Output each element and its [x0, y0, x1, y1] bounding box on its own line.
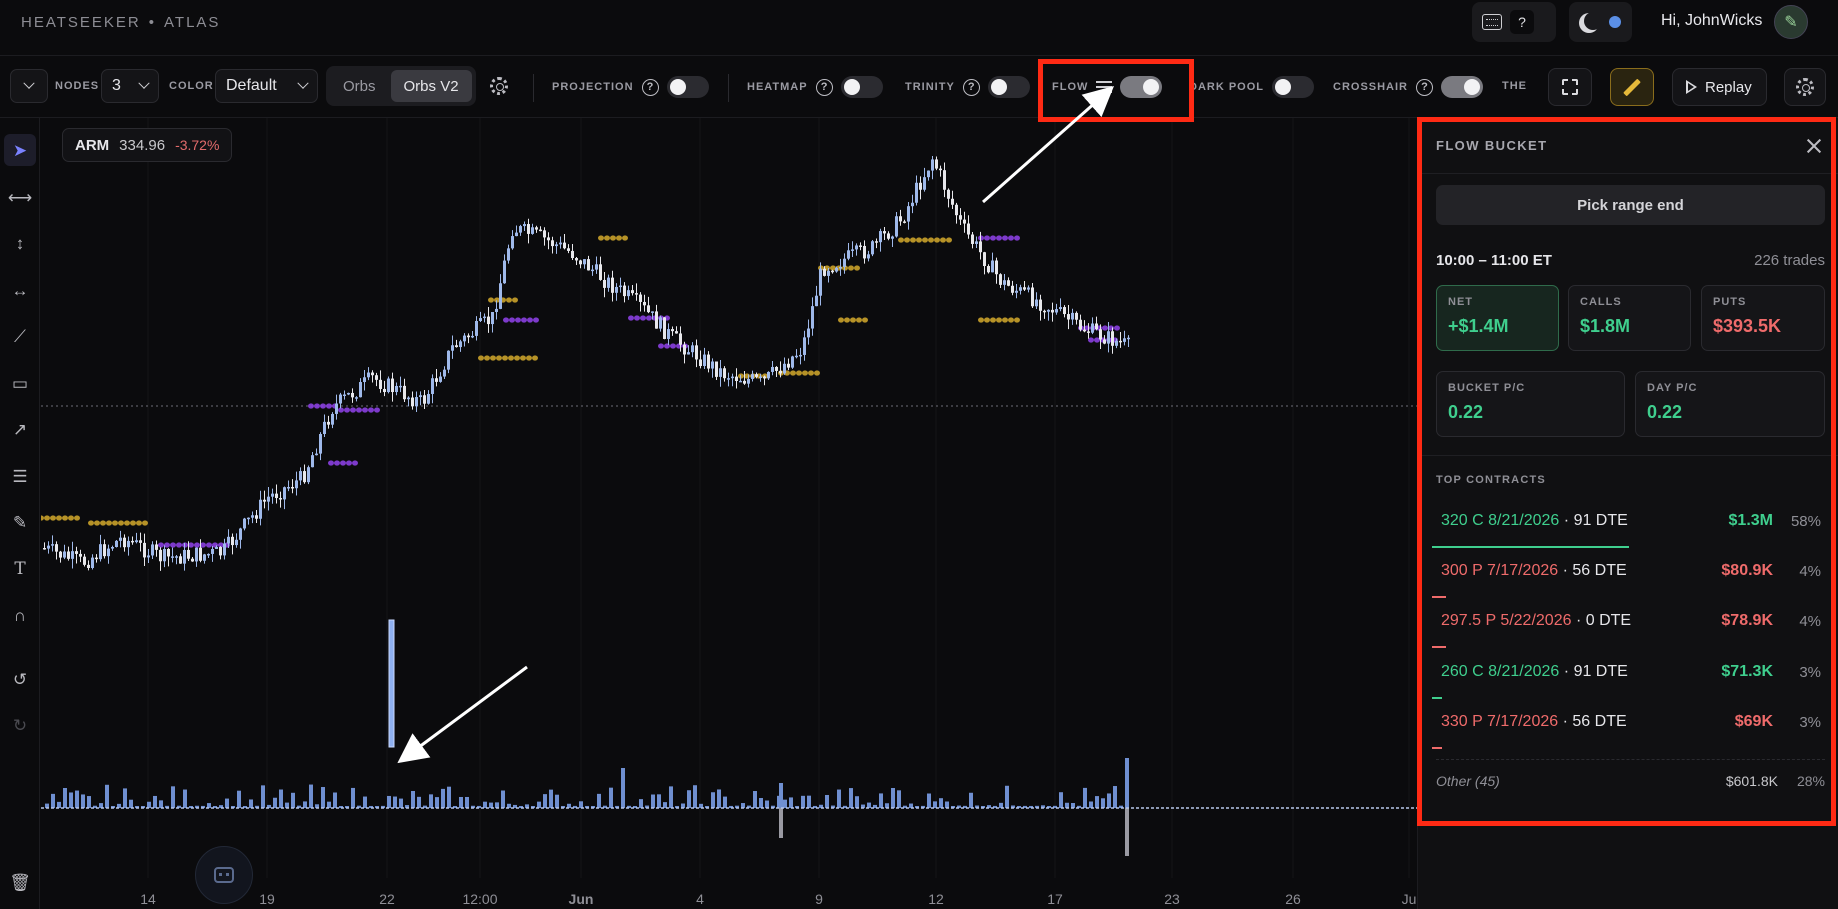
arrow-to-volume-spike — [397, 665, 528, 764]
arrow-to-flow-toggle — [982, 86, 1114, 204]
annotation-arrows — [397, 86, 1114, 764]
